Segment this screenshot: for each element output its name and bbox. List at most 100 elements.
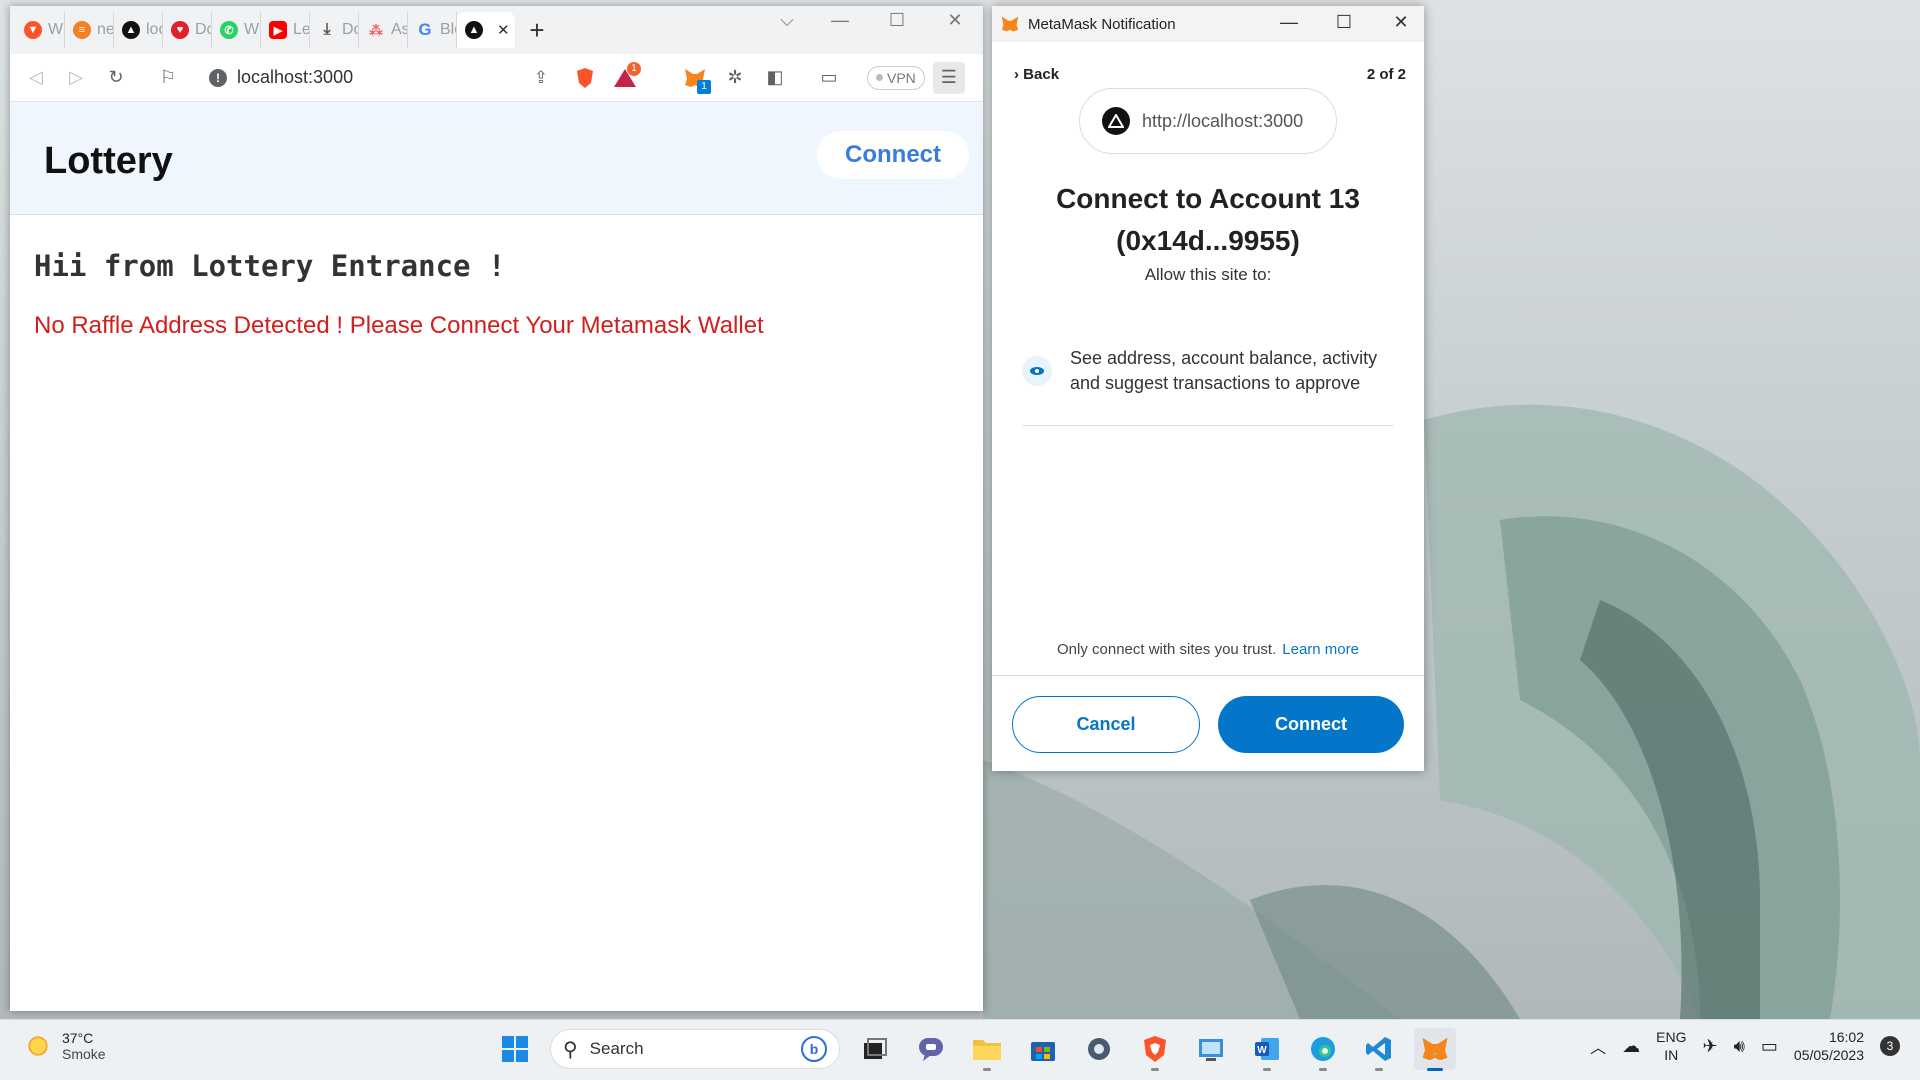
cancel-button[interactable]: Cancel <box>1012 696 1200 753</box>
airplane-mode-icon[interactable]: ✈ <box>1702 1036 1717 1057</box>
running-indicator <box>1319 1068 1327 1071</box>
back-button[interactable]: › Back <box>1014 66 1059 83</box>
connect-heading-line2: (0x14d...9955) <box>1116 225 1300 256</box>
youtube-icon: ▶ <box>269 21 287 39</box>
url-text: localhost:3000 <box>237 67 354 87</box>
tab-label: nex <box>97 21 114 38</box>
asana-icon: ⁂ <box>369 21 383 38</box>
weather-widget[interactable]: 37°C Smoke <box>24 1030 106 1062</box>
heart-icon: ♥ <box>171 21 189 39</box>
language-indicator[interactable]: ENG IN <box>1656 1028 1686 1064</box>
search-icon: ⚲ <box>563 1038 578 1061</box>
site-info-icon[interactable]: ! <box>209 68 227 87</box>
vpn-label: VPN <box>887 69 916 86</box>
mm-maximize-icon[interactable]: ☐ <box>1329 12 1359 33</box>
taskbar: 37°C Smoke ⚲ Search b W ︿ ☁ ENG IN ✈ 🔊︎ … <box>0 1019 1920 1080</box>
back-icon[interactable]: ◁ <box>20 62 52 94</box>
clock-date: 05/05/2023 <box>1793 1047 1864 1063</box>
address-bar[interactable]: ! localhost:3000 ⇪ <box>196 60 561 95</box>
taskbar-apps: ⚲ Search b W <box>494 1028 1456 1071</box>
connect-heading: Connect to Account 13 (0x14d...9955) <box>992 178 1424 262</box>
tab-1[interactable]: ▼ Wh <box>16 12 65 48</box>
file-explorer-icon[interactable] <box>966 1028 1008 1071</box>
step-counter: 2 of 2 <box>1366 66 1406 83</box>
task-view-icon[interactable] <box>854 1028 896 1070</box>
triangle-icon: ▲ <box>465 21 483 39</box>
connect-button[interactable]: Connect <box>1218 696 1404 753</box>
tab-6[interactable]: ▶ Lea <box>261 12 310 48</box>
lang-line2: IN <box>1664 1047 1679 1063</box>
start-icon[interactable] <box>494 1028 536 1070</box>
divider <box>1022 425 1394 426</box>
footer-divider <box>992 675 1424 676</box>
extension-badge: 1 <box>697 79 711 94</box>
mm-minimize-icon[interactable]: — <box>1274 12 1304 33</box>
tab-8[interactable]: ⁂ Asa <box>359 12 408 48</box>
tab-search-icon[interactable]: ⌵ <box>767 10 807 31</box>
tab-label: Wh <box>244 21 260 38</box>
battery-icon[interactable]: ▭ <box>1761 1036 1778 1057</box>
control-panel-icon[interactable] <box>1190 1028 1232 1070</box>
word-icon[interactable]: W <box>1246 1028 1288 1071</box>
back-label: Back <box>1023 66 1060 83</box>
allow-label: Allow this site to: <box>1144 265 1272 284</box>
brave-shields-icon[interactable] <box>569 62 601 94</box>
chevron-up-icon[interactable]: ︿ <box>1590 1034 1606 1058</box>
tab-active[interactable]: ▲ ✕ <box>457 12 515 48</box>
weather-temp: 37°C <box>62 1030 94 1046</box>
close-tab-icon[interactable]: ✕ <box>497 21 510 39</box>
brave-rewards-icon[interactable]: 1 <box>609 61 641 94</box>
reload-icon[interactable]: ↻ <box>100 62 132 94</box>
site-connect-button[interactable]: Connect <box>817 131 969 179</box>
taskbar-search[interactable]: ⚲ Search b <box>550 1029 840 1069</box>
rewards-badge: 1 <box>627 61 641 76</box>
tab-4[interactable]: ♥ Dov <box>163 12 212 48</box>
teams-chat-icon[interactable] <box>910 1028 952 1070</box>
tab-7[interactable]: ⤓ Dov <box>310 12 359 48</box>
forward-icon[interactable]: ▷ <box>60 62 92 94</box>
maximize-icon[interactable]: ☐ <box>877 10 917 31</box>
share-icon[interactable]: ⇪ <box>534 68 548 88</box>
onedrive-icon[interactable]: ☁ <box>1622 1036 1640 1057</box>
metamask-titlebar: MetaMask Notification — ☐ ✕ <box>992 6 1424 42</box>
system-tray: ︿ ☁ ENG IN ✈ 🔊︎ ▭ 16:02 05/05/2023 3 <box>1590 1028 1900 1064</box>
running-indicator <box>1151 1068 1159 1071</box>
menu-icon[interactable]: ☰ <box>932 61 965 94</box>
wallet-icon[interactable]: ▭ <box>813 62 845 94</box>
close-window-icon[interactable]: ✕ <box>935 10 975 31</box>
triangle-icon: ▲ <box>122 21 140 39</box>
tab-2[interactable]: ≡ nex <box>65 12 114 48</box>
notification-badge[interactable]: 3 <box>1880 1036 1900 1056</box>
tab-label: Lea <box>293 21 310 38</box>
tab-9[interactable]: G Blo <box>408 12 457 48</box>
sidebar-icon[interactable]: ◧ <box>759 62 791 94</box>
vpn-button[interactable]: VPN <box>867 65 925 90</box>
new-tab-button[interactable]: + <box>519 12 555 48</box>
tab-label: Wh <box>48 21 64 38</box>
edge-icon[interactable] <box>1302 1028 1344 1071</box>
extensions-icon[interactable]: ✲ <box>719 62 751 94</box>
brave-browser-icon[interactable] <box>1134 1028 1176 1071</box>
store-icon[interactable] <box>1022 1028 1064 1070</box>
trust-notice: Only connect with sites you trust. Learn … <box>992 641 1424 658</box>
vscode-icon[interactable] <box>1358 1028 1400 1071</box>
minimize-icon[interactable]: — <box>820 10 860 31</box>
origin-pill: http://localhost:3000 <box>1079 88 1337 154</box>
bookmark-icon[interactable]: ⚐ <box>152 62 184 94</box>
connect-heading-line1: Connect to Account 13 <box>1056 183 1360 214</box>
stackoverflow-icon: ≡ <box>73 21 91 39</box>
mm-close-icon[interactable]: ✕ <box>1386 12 1416 33</box>
volume-icon[interactable]: 🔊︎ <box>1734 1036 1745 1057</box>
learn-more-link[interactable]: Learn more <box>1282 641 1359 658</box>
brave-icon: ▼ <box>24 21 42 39</box>
clock-time: 16:02 <box>1828 1029 1864 1045</box>
sun-haze-icon <box>24 1032 52 1060</box>
tab-5[interactable]: ✆ Wh <box>212 12 261 48</box>
site-header: Lottery Connect <box>10 102 983 215</box>
metamask-taskbar-icon[interactable] <box>1414 1028 1456 1071</box>
clock[interactable]: 16:02 05/05/2023 <box>1794 1028 1864 1064</box>
metamask-extension-icon[interactable]: 1 <box>679 62 711 94</box>
tab-label: loca <box>146 21 162 38</box>
tab-3[interactable]: ▲ loca <box>114 12 163 48</box>
settings-icon[interactable] <box>1078 1028 1120 1070</box>
